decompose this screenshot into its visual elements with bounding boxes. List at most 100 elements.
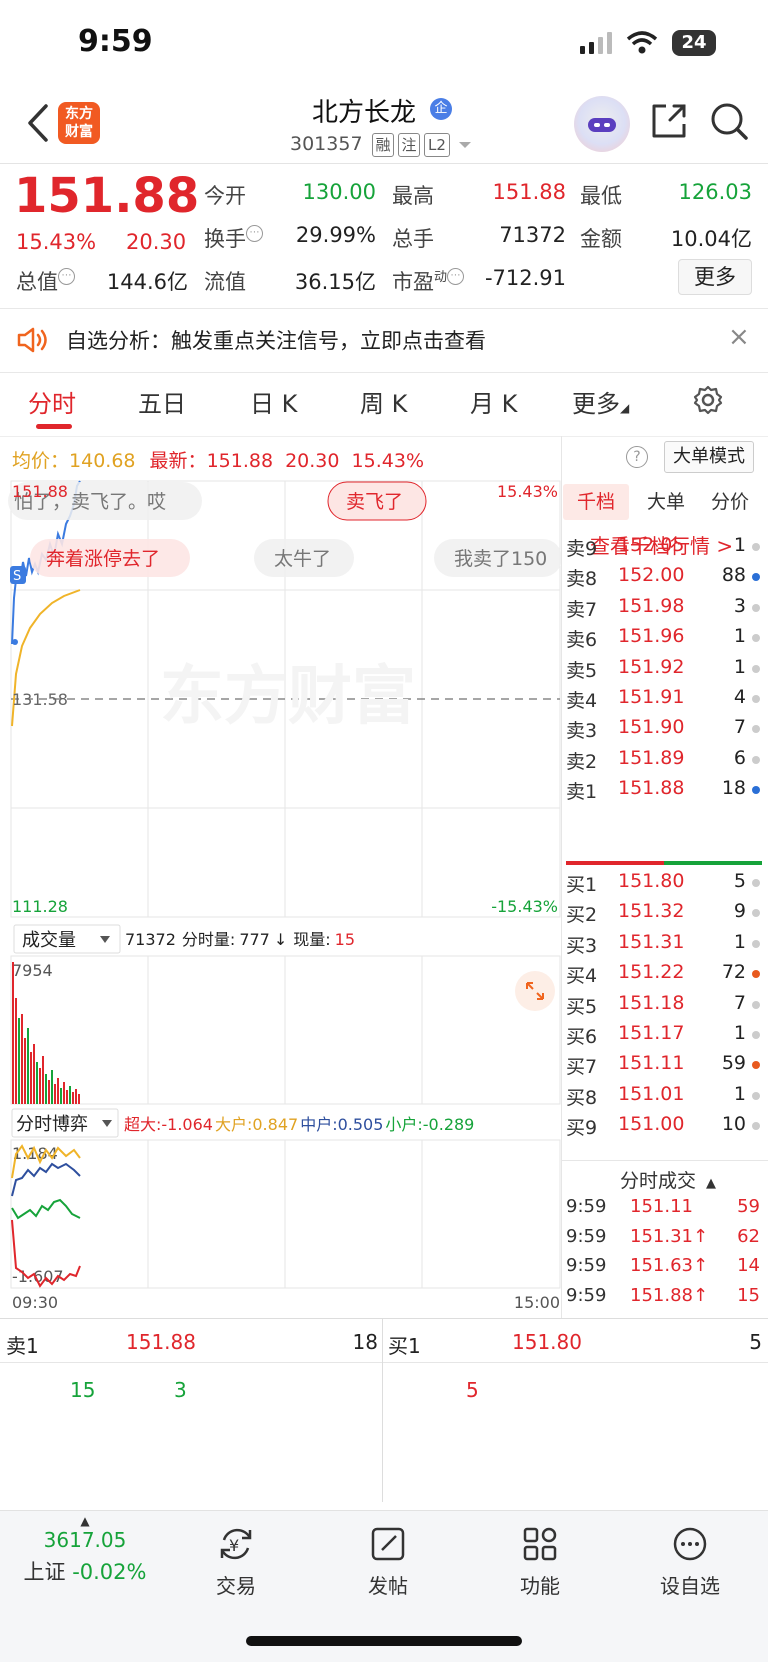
- tab-price-distribution[interactable]: 分价: [702, 484, 758, 520]
- home-indicator: [246, 1636, 522, 1646]
- nav-post[interactable]: 发帖: [338, 1524, 438, 1599]
- help-icon[interactable]: ?: [626, 446, 648, 468]
- eastmoney-logo[interactable]: 东方 财富: [58, 102, 100, 144]
- depth-sell-price: 151.88: [126, 1330, 196, 1354]
- orderbook-row[interactable]: 卖9 152.05 1: [566, 534, 760, 566]
- info-icon[interactable]: ⋯: [447, 268, 465, 285]
- divider: [0, 372, 768, 373]
- search-icon[interactable]: [708, 100, 750, 142]
- index-ticker[interactable]: ▲ 3617.05 上证 -0.02%: [10, 1514, 160, 1586]
- divider: [0, 163, 768, 164]
- caret-up-icon: ▲: [706, 1176, 717, 1191]
- status-time: 9:59: [78, 24, 153, 59]
- low-value: 126.03: [678, 180, 752, 204]
- orderbook-row[interactable]: 买8 151.01 1: [566, 1083, 760, 1115]
- index-value: 3617.05: [43, 1528, 127, 1552]
- level-volume: 1: [733, 625, 746, 648]
- divider: [561, 436, 562, 1318]
- tab-thousand-level[interactable]: 千档: [563, 484, 629, 520]
- flow-small-line: [11, 1198, 81, 1220]
- status-dot: [752, 1061, 760, 1070]
- tab-daily-k[interactable]: 日 K: [250, 384, 297, 419]
- orderbook-row[interactable]: 买5 151.18 7: [566, 992, 760, 1024]
- tab-weekly-k[interactable]: 周 K: [360, 384, 407, 419]
- float-cap-label: 流值: [204, 270, 246, 294]
- orderbook-row[interactable]: 卖1 151.88 18: [566, 777, 760, 809]
- avg-value: 140.68: [69, 450, 136, 472]
- nav-trade[interactable]: ¥ 交易: [186, 1524, 286, 1599]
- battery-icon: 24: [672, 30, 716, 56]
- tab-big-orders[interactable]: 大单: [638, 484, 694, 520]
- orderbook-row[interactable]: 卖4 151.91 4: [566, 686, 760, 718]
- volume-now: 15: [335, 930, 355, 949]
- level-price: 151.88: [618, 777, 685, 800]
- level-volume: 1: [733, 534, 746, 556]
- svg-text:¥: ¥: [229, 1536, 239, 1555]
- level-price: 151.18: [618, 991, 685, 1014]
- danmaku-text: 我卖了150: [454, 548, 547, 570]
- volume-bars: [12, 962, 80, 1104]
- level-label: 买6: [566, 1026, 598, 1048]
- signal-icon: [580, 32, 612, 54]
- share-icon[interactable]: [648, 100, 690, 142]
- intraday-chart[interactable]: 东方财富 S 怕了，卖飞了。哎 卖飞了 奔着涨停去了 太牛了 我卖了150 15…: [0, 478, 562, 1318]
- market-cap-label: 总值 ⋯: [16, 266, 75, 296]
- tab-monthly-k[interactable]: 月 K: [470, 384, 517, 419]
- orderbook-row[interactable]: 买9 151.00 10: [566, 1113, 760, 1145]
- gear-icon[interactable]: [692, 384, 724, 416]
- latest-value: 151.88: [206, 450, 274, 472]
- orderbook-row[interactable]: 卖3 151.90 7: [566, 716, 760, 748]
- level-volume: 1: [733, 655, 746, 678]
- chevron-down-icon[interactable]: [458, 140, 472, 150]
- back-arrow-icon[interactable]: [22, 100, 58, 146]
- last-price: 151.88: [14, 168, 200, 224]
- level-price: 151.98: [618, 594, 685, 617]
- orderbook-row[interactable]: 卖8 152.00 88: [566, 564, 760, 596]
- orderbook-row[interactable]: 买1 151.80 5: [566, 870, 760, 902]
- level-volume: 3: [733, 594, 746, 617]
- tick-list-title[interactable]: 分时成交 ▲: [620, 1166, 716, 1193]
- svg-text:71372分时量:777↓现量:15: 71372 分时量: 777 ↓ 现量: 15: [125, 930, 355, 949]
- level2-tag: L2: [424, 133, 450, 157]
- status-dot: [752, 603, 760, 612]
- orderbook-row[interactable]: 卖2 151.89 6: [566, 747, 760, 779]
- divider: [0, 1362, 768, 1363]
- depth-buy-volume: 5: [749, 1330, 762, 1354]
- tick-volume: 62: [737, 1225, 760, 1247]
- nav-functions[interactable]: 功能: [490, 1524, 590, 1599]
- nav-add-watchlist[interactable]: 设自选: [640, 1524, 740, 1599]
- orderbook-row[interactable]: 买2 151.32 9: [566, 900, 760, 932]
- flow-small: 小户:-0.289: [385, 1115, 474, 1134]
- speaker-icon: [17, 327, 47, 353]
- orderbook-row[interactable]: 买4 151.22 72: [566, 961, 760, 993]
- more-button[interactable]: 更多: [678, 259, 752, 295]
- big-order-mode-button[interactable]: 大单模式: [664, 441, 754, 473]
- status-dot: [752, 1091, 760, 1100]
- orderbook-row[interactable]: 买3 151.31 1: [566, 931, 760, 963]
- volume-axis-max: 7954: [12, 961, 53, 980]
- info-icon[interactable]: ⋯: [246, 225, 263, 242]
- open-value: 130.00: [302, 180, 376, 204]
- alert-banner-text[interactable]: 自选分析：触发重点关注信号，立即点击查看: [66, 325, 486, 355]
- tick-price: 151.63↑: [630, 1255, 709, 1276]
- info-icon[interactable]: ⋯: [58, 268, 75, 285]
- expand-button[interactable]: [515, 971, 555, 1011]
- tab-more[interactable]: 更多◢: [572, 384, 629, 419]
- turnover-label: 换手 ⋯: [204, 223, 263, 253]
- orderbook-row[interactable]: 卖7 151.98 3: [566, 595, 760, 627]
- tab-intraday[interactable]: 分时: [28, 384, 76, 419]
- tab-five-day[interactable]: 五日: [138, 384, 186, 419]
- depth-sell-volume: 18: [352, 1330, 378, 1354]
- assistant-avatar[interactable]: [574, 96, 630, 152]
- orderbook-row[interactable]: 买7 151.11 59: [566, 1052, 760, 1084]
- orderbook-row[interactable]: 卖6 151.96 1: [566, 625, 760, 657]
- tick-price: 151.11: [630, 1196, 693, 1217]
- close-icon[interactable]: ×: [728, 322, 750, 352]
- divider: [0, 436, 768, 437]
- change-percent: 15.43%: [16, 230, 97, 254]
- flow-medium-line: [11, 1162, 81, 1197]
- status-dot: [752, 879, 760, 887]
- level-price: 151.91: [618, 686, 685, 708]
- orderbook-row[interactable]: 卖5 151.92 1: [566, 656, 760, 688]
- orderbook-row[interactable]: 买6 151.17 1: [566, 1022, 760, 1054]
